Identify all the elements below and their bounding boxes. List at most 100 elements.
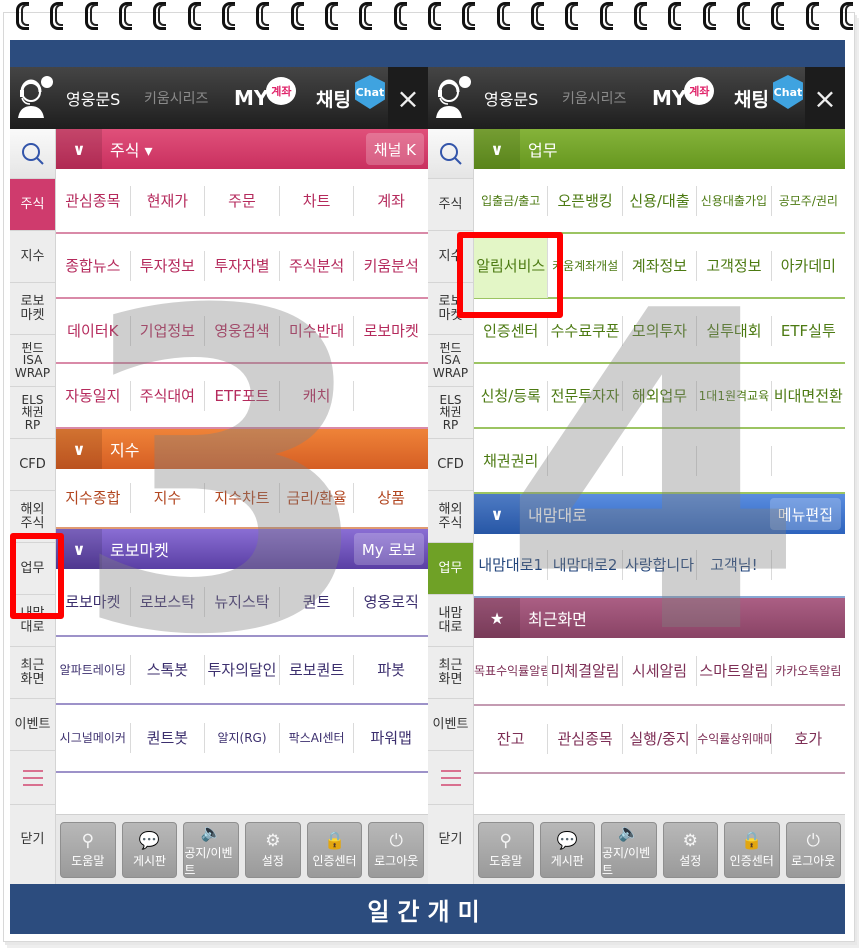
- menu-item[interactable]: 수수료쿠폰: [548, 315, 623, 346]
- sidebar-item[interactable]: CFD: [428, 439, 473, 491]
- menu-item[interactable]: 알지(RG): [205, 723, 280, 753]
- menu-item[interactable]: 지수차트: [205, 483, 280, 513]
- my-account-button[interactable]: MY 계좌: [652, 77, 734, 110]
- close-icon[interactable]: ×: [388, 67, 428, 129]
- sidebar-item[interactable]: 이벤트: [10, 699, 55, 751]
- hamburger-menu-icon[interactable]: [428, 751, 473, 805]
- sidebar-item[interactable]: 닫기: [10, 805, 55, 875]
- toolbar-button[interactable]: 💬 게시판: [121, 821, 178, 878]
- menu-item[interactable]: 공모주/권리: [772, 186, 845, 216]
- menu-item[interactable]: 주식분석: [280, 250, 355, 281]
- menu-item[interactable]: 시세알림: [623, 656, 698, 686]
- menu-item[interactable]: 지수종합: [56, 483, 131, 513]
- menu-item[interactable]: 키움분석: [354, 251, 428, 281]
- menu-item[interactable]: 파봇: [354, 655, 428, 685]
- sidebar-item[interactable]: ELS 채권 RP: [428, 387, 473, 439]
- sidebar-item[interactable]: 최근 화면: [10, 647, 55, 699]
- section-header[interactable]: ∨ 로보마켓 My 로보: [56, 529, 428, 569]
- menu-item[interactable]: 뉴지스탁: [205, 587, 280, 617]
- menu-item[interactable]: 종합뉴스: [56, 250, 131, 281]
- section-action-button[interactable]: 메뉴편집: [769, 498, 841, 530]
- menu-item[interactable]: 입출금/출고: [474, 185, 549, 216]
- menu-item[interactable]: 캐치: [280, 380, 355, 411]
- section-header[interactable]: ∨ 지수: [56, 429, 428, 469]
- chat-button[interactable]: 채팅 Chat: [316, 75, 386, 112]
- menu-item[interactable]: 채권권리: [474, 445, 549, 476]
- sidebar-item[interactable]: 내맘 대로: [428, 595, 473, 647]
- menu-item[interactable]: 수익률상위매매: [697, 724, 772, 754]
- sidebar-item[interactable]: 해외 주식: [428, 491, 473, 543]
- section-action-button[interactable]: My 로보: [353, 533, 424, 565]
- toolbar-button[interactable]: ⏻ 로그아웃: [785, 821, 841, 878]
- menu-item[interactable]: 목표수익률알림: [474, 656, 549, 686]
- menu-item[interactable]: 퀀트: [280, 587, 355, 617]
- menu-item[interactable]: 팍스AI센터: [280, 723, 355, 753]
- sidebar-item[interactable]: CFD: [10, 439, 55, 491]
- star-icon[interactable]: ★: [474, 598, 520, 638]
- menu-item[interactable]: 로보스탁: [131, 587, 206, 617]
- menu-item[interactable]: 전문투자자: [548, 380, 623, 411]
- menu-item[interactable]: 현재가: [131, 185, 206, 216]
- menu-item[interactable]: 내맘대로2: [548, 550, 623, 580]
- close-icon[interactable]: ×: [805, 67, 845, 129]
- section-action-button[interactable]: 채널 K: [365, 133, 424, 165]
- menu-item[interactable]: 잔고: [474, 724, 549, 754]
- menu-item[interactable]: 미수반대: [280, 315, 355, 346]
- search-button[interactable]: [10, 129, 55, 179]
- menu-item[interactable]: 계좌정보: [623, 250, 698, 281]
- chevron-down-icon[interactable]: ∨: [56, 129, 102, 169]
- menu-item[interactable]: 로보마켓: [56, 587, 131, 617]
- menu-item[interactable]: 신용대출가입: [697, 185, 772, 216]
- sidebar-item[interactable]: 주식: [10, 179, 55, 231]
- menu-item[interactable]: 투자정보: [131, 250, 206, 281]
- menu-item[interactable]: 주식대여: [131, 380, 206, 411]
- menu-item[interactable]: 영웅로직: [354, 587, 428, 617]
- sidebar-item[interactable]: 업무: [428, 543, 473, 595]
- toolbar-button[interactable]: ⏻ 로그아웃: [368, 821, 425, 878]
- menu-item[interactable]: 실행/중지: [623, 724, 698, 754]
- chevron-down-icon[interactable]: ∨: [56, 429, 102, 469]
- menu-item[interactable]: 사랑합니다: [623, 550, 698, 580]
- menu-item[interactable]: 실투대회: [697, 315, 772, 346]
- menu-item[interactable]: 카카오톡알림: [772, 656, 845, 686]
- sidebar-item[interactable]: 펀드 ISA WRAP: [428, 335, 473, 387]
- menu-item[interactable]: 호가: [772, 724, 845, 754]
- menu-item[interactable]: 금리/환율: [280, 483, 355, 513]
- sidebar-item[interactable]: 주식: [428, 179, 473, 231]
- menu-item[interactable]: 비대면전환: [772, 381, 845, 411]
- my-account-button[interactable]: MY 계좌: [234, 77, 316, 110]
- menu-item[interactable]: 시그널메이커: [56, 723, 131, 753]
- toolbar-button[interactable]: ⚲ 도움말: [60, 821, 116, 878]
- series-link[interactable]: 키움시리즈: [562, 88, 652, 108]
- toolbar-button[interactable]: ⚲ 도움말: [478, 821, 534, 878]
- sidebar-item[interactable]: 펀드 ISA WRAP: [10, 335, 55, 387]
- sidebar-item[interactable]: ELS 채권 RP: [10, 387, 55, 439]
- agent-icon[interactable]: [428, 67, 476, 129]
- menu-item[interactable]: 투자자별: [205, 250, 280, 281]
- menu-item[interactable]: 해외업무: [623, 380, 698, 411]
- menu-item[interactable]: 영웅검색: [205, 315, 280, 346]
- chevron-down-icon[interactable]: ∨: [474, 494, 520, 534]
- menu-item[interactable]: 파워맵: [354, 723, 428, 753]
- menu-item[interactable]: 상품: [354, 483, 428, 513]
- menu-item[interactable]: 지수: [131, 483, 206, 513]
- menu-item[interactable]: 스마트알림: [697, 656, 772, 686]
- agent-icon[interactable]: [10, 67, 58, 129]
- menu-item[interactable]: 인증센터: [474, 315, 549, 346]
- chevron-down-icon[interactable]: ∨: [474, 129, 520, 169]
- section-header[interactable]: ∨ 주식 ▾ 채널 K: [56, 129, 428, 169]
- menu-item[interactable]: 관심종목: [56, 185, 131, 216]
- menu-item[interactable]: 주문: [205, 185, 280, 216]
- chat-button[interactable]: 채팅 Chat: [734, 75, 804, 112]
- menu-item[interactable]: 데이터K: [56, 315, 131, 346]
- menu-item[interactable]: 관심종목: [548, 724, 623, 754]
- sidebar-item[interactable]: 이벤트: [428, 699, 473, 751]
- brand-label[interactable]: 영웅문S: [484, 86, 562, 110]
- search-button[interactable]: [428, 129, 473, 179]
- menu-item[interactable]: 계좌: [354, 186, 428, 216]
- toolbar-button[interactable]: ⚙ 설정: [245, 821, 301, 878]
- sidebar-item[interactable]: 로보 마켓: [10, 283, 55, 335]
- menu-item[interactable]: 기업정보: [131, 315, 206, 346]
- toolbar-button[interactable]: 🔒 인증센터: [306, 821, 363, 878]
- menu-item[interactable]: 자동일지: [56, 380, 131, 411]
